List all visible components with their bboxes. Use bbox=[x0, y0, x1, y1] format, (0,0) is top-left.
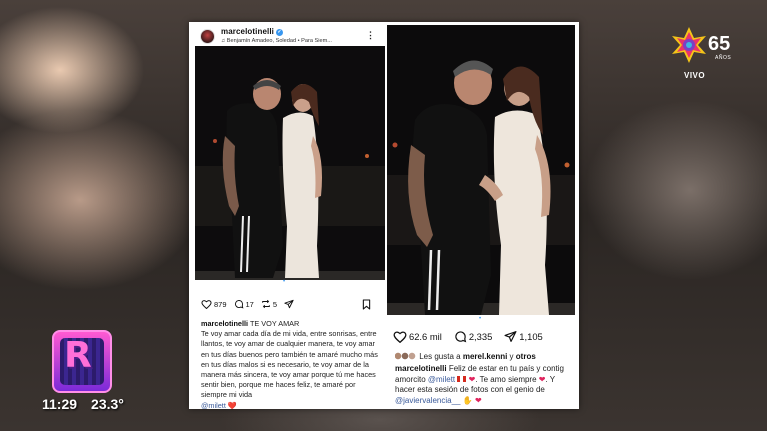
caption-title: TE VOY AMAR bbox=[249, 319, 300, 328]
share-count-right: 1,105 bbox=[519, 331, 543, 342]
repost-button[interactable]: 5 bbox=[261, 299, 284, 309]
post-actions: 879 17 5 bbox=[201, 299, 294, 309]
repost-icon bbox=[262, 299, 270, 309]
time-temperature: 11:29 23.3° bbox=[42, 396, 124, 412]
post-photo-large[interactable] bbox=[387, 25, 575, 315]
comment-button[interactable]: 17 bbox=[234, 299, 261, 309]
caption-mention-1[interactable]: @milett bbox=[428, 375, 455, 384]
caption-body: Te voy amar cada día de mi vida, entre s… bbox=[201, 329, 378, 400]
liked-by-avatars bbox=[395, 352, 417, 360]
sun-logo-icon bbox=[672, 27, 706, 63]
liked-by-others[interactable]: otros bbox=[516, 352, 536, 361]
comment-icon bbox=[455, 331, 467, 343]
post-photo[interactable] bbox=[195, 46, 385, 280]
comment-count-right: 2,335 bbox=[468, 331, 493, 342]
channel-years: AÑOS bbox=[715, 55, 732, 61]
comment-count: 17 bbox=[245, 299, 254, 309]
heart-icon bbox=[393, 331, 407, 343]
share-button[interactable] bbox=[284, 299, 294, 309]
channel-logo: 65 AÑOS bbox=[667, 23, 747, 83]
temperature: 23.3° bbox=[91, 396, 124, 412]
hand-emoji-icon: ✋ bbox=[462, 395, 473, 405]
post-caption-right: marcelotinelli Feliz de estar en tu país… bbox=[395, 364, 575, 406]
live-indicator: VIVO bbox=[684, 71, 706, 80]
liked-by-prefix: Les gusta a bbox=[419, 352, 461, 361]
post-actions-right: 62.6 mil 2,335 1,105 bbox=[393, 330, 550, 343]
liked-by-conjunction: y bbox=[509, 352, 514, 361]
instagram-post-left: marcelotinelli ✓ ♫ Benjamín Amadeo, Soled… bbox=[194, 22, 385, 409]
instagram-post-right: • 62.6 mil 2,335 1,105 Les gusta a merel… bbox=[385, 22, 577, 409]
liked-by-user[interactable]: merel.kenni bbox=[463, 352, 507, 361]
channel-number: 65 bbox=[708, 33, 731, 55]
heart-emoji-icon-3: ❤ bbox=[474, 395, 482, 405]
post-username[interactable]: marcelotinelli ✓ bbox=[221, 27, 283, 36]
caption-mention[interactable]: @milett bbox=[201, 401, 226, 409]
like-count-right: 62.6 mil bbox=[409, 331, 442, 342]
flag-icon bbox=[457, 375, 467, 382]
heart-icon bbox=[201, 300, 212, 309]
avatar[interactable] bbox=[200, 29, 215, 44]
caption-text-2: . Te amo siempre bbox=[475, 374, 537, 384]
music-note-icon: ♫ bbox=[221, 38, 226, 44]
repost-count: 5 bbox=[272, 299, 278, 309]
comment-button-right[interactable]: 2,335 bbox=[454, 330, 504, 343]
like-button-right[interactable]: 62.6 mil bbox=[393, 330, 454, 343]
caption-username-right[interactable]: marcelotinelli bbox=[395, 364, 447, 373]
show-logo-letter-icon: R bbox=[64, 335, 92, 376]
post-caption: marcelotinelli TE VOY AMAR Te voy amar c… bbox=[201, 319, 381, 409]
bookmark-icon[interactable] bbox=[362, 299, 371, 310]
post-music[interactable]: ♫ Benjamín Amadeo, Soledad • Para Siem..… bbox=[221, 38, 332, 44]
carousel-dots-right: • bbox=[479, 316, 482, 322]
verified-badge-icon: ✓ bbox=[275, 29, 283, 36]
send-icon bbox=[504, 331, 517, 342]
couple-photo-art bbox=[195, 46, 385, 280]
comment-icon bbox=[234, 300, 243, 309]
caption-heart-emoji: ❤️ bbox=[227, 400, 237, 409]
share-button-right[interactable]: 1,105 bbox=[504, 330, 549, 343]
like-button[interactable]: 879 bbox=[201, 299, 234, 309]
couple-photo-large-art bbox=[387, 25, 575, 315]
carousel-dots: • bbox=[283, 279, 286, 285]
liked-by-line: Les gusta a merel.kenni y otros bbox=[395, 352, 575, 363]
send-icon bbox=[284, 299, 294, 309]
caption-username[interactable]: marcelotinelli bbox=[201, 319, 248, 328]
clock-time: 11:29 bbox=[42, 396, 78, 412]
caption-mention-2[interactable]: @javiervalencia__ bbox=[395, 396, 461, 405]
more-options-icon[interactable]: ⋮ bbox=[366, 30, 375, 41]
show-logo-badge: R bbox=[52, 330, 112, 393]
like-count: 879 bbox=[214, 299, 227, 309]
